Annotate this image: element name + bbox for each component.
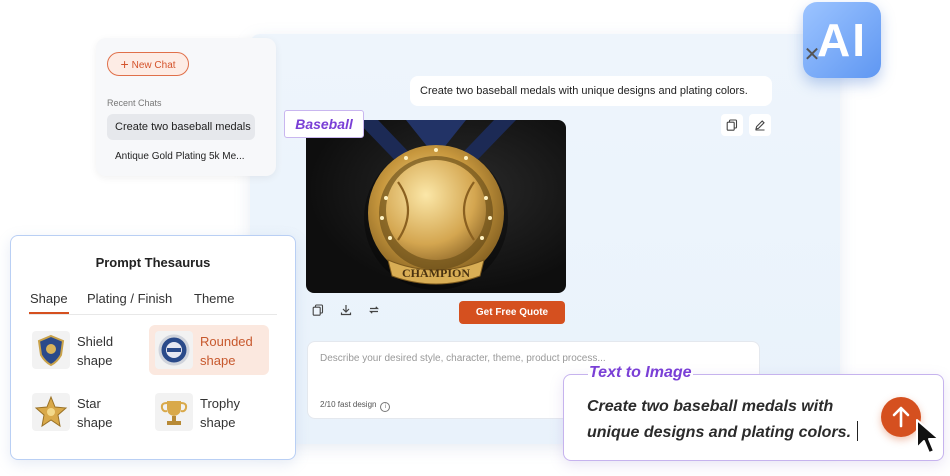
- callout-prompt-text[interactable]: Create two baseball medals with unique d…: [587, 394, 877, 446]
- cursor-pointer-icon: [916, 419, 940, 454]
- chat-sidebar: + New Chat Recent Chats Create two baseba…: [96, 38, 276, 176]
- download-icon[interactable]: [336, 302, 356, 322]
- option-star-shape[interactable]: Star shape: [26, 387, 138, 437]
- edit-icon[interactable]: [749, 114, 771, 136]
- tab-theme[interactable]: Theme: [194, 291, 234, 306]
- plus-icon: +: [120, 56, 129, 72]
- get-free-quote-button[interactable]: Get Free Quote: [459, 301, 565, 324]
- copy-icon[interactable]: [721, 114, 743, 136]
- ai-badge-label: AI: [817, 14, 867, 66]
- baseball-tag: Baseball: [284, 110, 364, 138]
- option-label: shape: [200, 415, 236, 430]
- option-label: shape: [77, 415, 113, 430]
- tab-divider: [29, 314, 277, 315]
- new-chat-label: New Chat: [131, 60, 176, 71]
- option-label: shape: [200, 353, 236, 368]
- option-shield-shape[interactable]: Shield shape: [26, 325, 138, 375]
- quota-text: 2/10 fast design: [320, 400, 377, 409]
- option-rounded-shape[interactable]: Rounded shape: [149, 325, 269, 375]
- recent-chat-item[interactable]: Antique Gold Plating 5k Me...: [107, 144, 255, 170]
- star-medal-icon: [32, 393, 70, 431]
- trophy-medal-icon: [155, 393, 193, 431]
- recent-chat-item[interactable]: Create two baseball medals: [107, 114, 255, 140]
- shield-medal-icon: [32, 331, 70, 369]
- option-label: Star: [77, 396, 101, 411]
- close-icon[interactable]: ✕: [802, 45, 822, 65]
- ai-badge: AI: [803, 2, 881, 78]
- copy-image-icon[interactable]: [308, 302, 328, 322]
- new-chat-button[interactable]: + New Chat: [107, 52, 189, 76]
- option-label: Trophy: [200, 396, 240, 411]
- option-label: Shield: [77, 334, 114, 349]
- user-message: Create two baseball medals with unique d…: [410, 76, 772, 106]
- option-trophy-shape[interactable]: Trophy shape: [149, 387, 261, 437]
- regenerate-icon[interactable]: [364, 302, 384, 322]
- generated-medal-image: CHAMPION: [306, 120, 566, 293]
- baseball-medal-icon: CHAMPION: [356, 120, 516, 290]
- option-label: shape: [77, 353, 113, 368]
- callout-title: Text to Image: [588, 364, 693, 382]
- tab-shape[interactable]: Shape: [29, 291, 69, 314]
- option-label: Rounded: [200, 334, 253, 349]
- fast-design-quota: 2/10 fast design i: [320, 400, 391, 412]
- rounded-medal-icon: [155, 331, 193, 369]
- prompt-placeholder: Describe your desired style, character, …: [320, 353, 606, 364]
- medal-champion-text: CHAMPION: [402, 266, 470, 280]
- text-caret: [857, 421, 859, 441]
- prompt-thesaurus: Prompt Thesaurus Shape Plating / Finish …: [10, 235, 296, 460]
- recent-chats-heading: Recent Chats: [107, 98, 162, 108]
- thesaurus-title: Prompt Thesaurus: [95, 255, 211, 270]
- tab-plating-finish[interactable]: Plating / Finish: [87, 291, 172, 306]
- callout-prompt: Create two baseball medals with unique d…: [587, 398, 852, 441]
- info-icon[interactable]: i: [380, 402, 391, 412]
